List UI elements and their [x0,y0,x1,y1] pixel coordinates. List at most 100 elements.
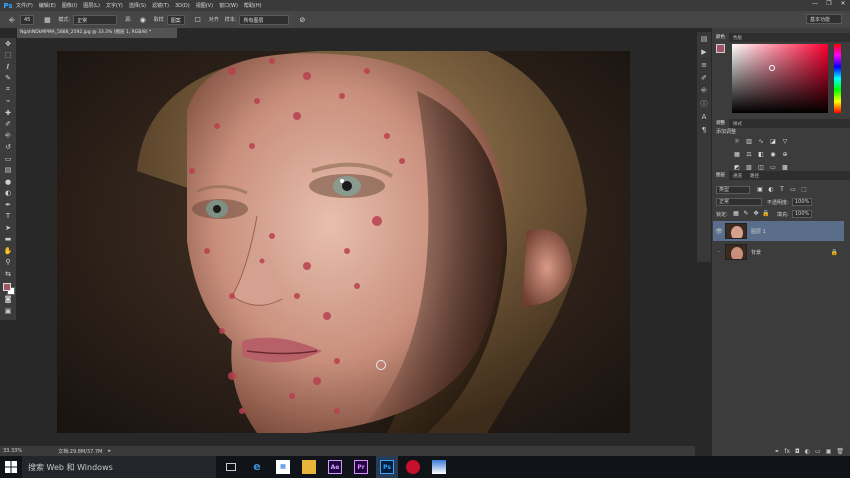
photos-icon[interactable] [428,456,450,478]
menu-3d[interactable]: 3D(D) [175,3,190,9]
blur-tool-icon[interactable]: ● [0,176,16,188]
source-pattern-select[interactable]: 图案 [166,14,185,25]
aligned-checkbox-icon[interactable]: ☐ [193,15,203,25]
new-adjustment-icon[interactable]: ◐ [805,448,810,455]
task-view-icon[interactable] [220,456,242,478]
source-sampled-radio-icon[interactable]: ◉ [138,15,148,25]
layer-style-icon[interactable]: fx [784,448,790,455]
filter-smart-icon[interactable]: ⬚ [800,186,808,193]
menu-file[interactable]: 文件(F) [16,2,33,9]
taskbar-search-box[interactable]: 搜索 Web 和 Windows [22,456,216,478]
tab-channels[interactable]: 通道 [729,173,746,179]
move-tool-icon[interactable]: ✥ [0,38,16,50]
history-panel-icon[interactable]: ▤ [697,32,711,45]
blend-mode-select[interactable]: 正常 [716,198,762,206]
color-picker-field[interactable] [732,44,828,113]
close-button[interactable]: ✕ [836,0,850,11]
clone-stamp-tool-icon[interactable]: ⎆ [7,15,17,25]
levels-icon[interactable]: ▥ [745,138,753,145]
menu-edit[interactable]: 编辑(E) [39,2,56,9]
pen-tool-icon[interactable]: ✒ [0,199,16,211]
character-panel-icon[interactable]: A [697,110,711,123]
delete-layer-icon[interactable]: 🗑 [836,448,844,455]
menu-window[interactable]: 窗口(W) [219,2,238,9]
black-white-icon[interactable]: ◧ [757,151,765,158]
lock-pixels-icon[interactable]: ✎ [742,210,750,217]
lock-position-icon[interactable]: ✥ [752,210,760,217]
type-tool-icon[interactable]: T [0,211,16,223]
clone-stamp-tool-icon[interactable]: ⎆ [0,130,16,142]
hue-saturation-icon[interactable]: ▦ [733,151,741,158]
mode-select[interactable]: 正常 [73,14,118,25]
photo-filter-icon[interactable]: ◉ [769,151,777,158]
tab-paths[interactable]: 路径 [746,173,763,179]
screen-mode-icon[interactable]: ▣ [0,305,16,317]
clone-source-icon[interactable]: ⎆ [697,84,711,97]
zoom-level[interactable]: 33.33% [3,448,22,454]
history-brush-tool-icon[interactable]: ↺ [0,142,16,154]
curves-icon[interactable]: ∿ [757,138,765,145]
info-panel-icon[interactable]: ⓘ [697,97,711,110]
document-tab[interactable]: NgahNDkMPMA_5888_2592.jpg @ 33.3% (图层 1,… [17,28,177,38]
menu-view[interactable]: 视图(V) [196,2,213,9]
document-canvas-photo[interactable] [57,51,630,433]
eraser-tool-icon[interactable]: ▭ [0,153,16,165]
color-picker-cursor[interactable] [769,65,775,71]
windows-start-icon[interactable] [0,456,22,478]
invert-icon[interactable]: ◩ [733,164,741,171]
layer-name[interactable]: 图层 1 [751,228,766,235]
menu-layer[interactable]: 图层(L) [83,2,100,9]
opacity-input[interactable]: 100% [792,198,812,206]
vibrance-icon[interactable]: ▽ [781,138,789,145]
posterize-icon[interactable]: ▨ [745,164,753,171]
channel-mixer-icon[interactable]: ⊕ [781,151,789,158]
threshold-icon[interactable]: ◫ [757,164,765,171]
premiere-icon[interactable]: Pr [350,456,372,478]
layer-row-layer1[interactable]: 👁 图层 1 [713,221,844,241]
crop-tool-icon[interactable]: ⌗ [0,84,16,96]
foreground-color-swatch[interactable] [3,283,11,291]
menu-filter[interactable]: 滤镜(T) [152,2,169,9]
media-player-icon[interactable] [402,456,424,478]
new-layer-icon[interactable]: ▣ [826,448,832,455]
quick-select-tool-icon[interactable]: ✎ [0,73,16,85]
gradient-map-icon[interactable]: ▭ [769,164,777,171]
actions-panel-icon[interactable]: ▶ [697,45,711,58]
tab-styles[interactable]: 样式 [729,121,746,127]
hue-slider[interactable] [834,44,841,113]
panel-foreground-swatch[interactable] [716,44,725,53]
tab-adjustments[interactable]: 调整 [712,119,729,128]
layer-row-background[interactable]: · 背景 🔒 [713,242,844,262]
store-icon[interactable]: ▦ [272,456,294,478]
filter-adjustment-icon[interactable]: ◐ [767,186,775,193]
edge-icon[interactable]: e [246,456,268,478]
source-sampled-label[interactable]: 取样 [154,16,164,23]
minimize-button[interactable]: — [808,0,822,11]
restore-button[interactable]: ❐ [822,0,836,11]
workspace-select[interactable]: 基本功能 [806,14,842,24]
menu-image[interactable]: 图像(I) [62,2,77,9]
gradient-tool-icon[interactable]: ▤ [0,165,16,177]
brightness-contrast-icon[interactable]: ☼ [733,138,741,145]
menu-type[interactable]: 文字(Y) [106,2,123,9]
filter-type-icon[interactable]: T [778,186,786,193]
visibility-eye-icon[interactable]: 👁 [713,228,725,235]
visibility-toggle-icon[interactable]: · [713,249,725,256]
exposure-icon[interactable]: ◪ [769,138,777,145]
photoshop-taskbar-icon[interactable]: Ps [376,456,398,478]
marquee-tool-icon[interactable]: ⬚ [0,50,16,62]
color-balance-icon[interactable]: ⚖ [745,151,753,158]
after-effects-icon[interactable]: Ae [324,456,346,478]
filter-shape-icon[interactable]: ▭ [789,186,797,193]
dodge-tool-icon[interactable]: ◐ [0,188,16,200]
layer-name[interactable]: 背景 [751,249,761,256]
zoom-tool-icon[interactable]: ⚲ [0,257,16,269]
brush-presets-icon[interactable]: ✐ [697,71,711,84]
menu-select[interactable]: 选择(S) [129,2,146,9]
status-arrow-icon[interactable]: ▸ [108,448,111,454]
healing-brush-tool-icon[interactable]: ✚ [0,107,16,119]
selective-color-icon[interactable]: ▩ [781,164,789,171]
shape-tool-icon[interactable]: ▬ [0,234,16,246]
fill-input[interactable]: 100% [792,210,812,218]
quick-mask-icon[interactable]: ◙ [0,294,16,306]
